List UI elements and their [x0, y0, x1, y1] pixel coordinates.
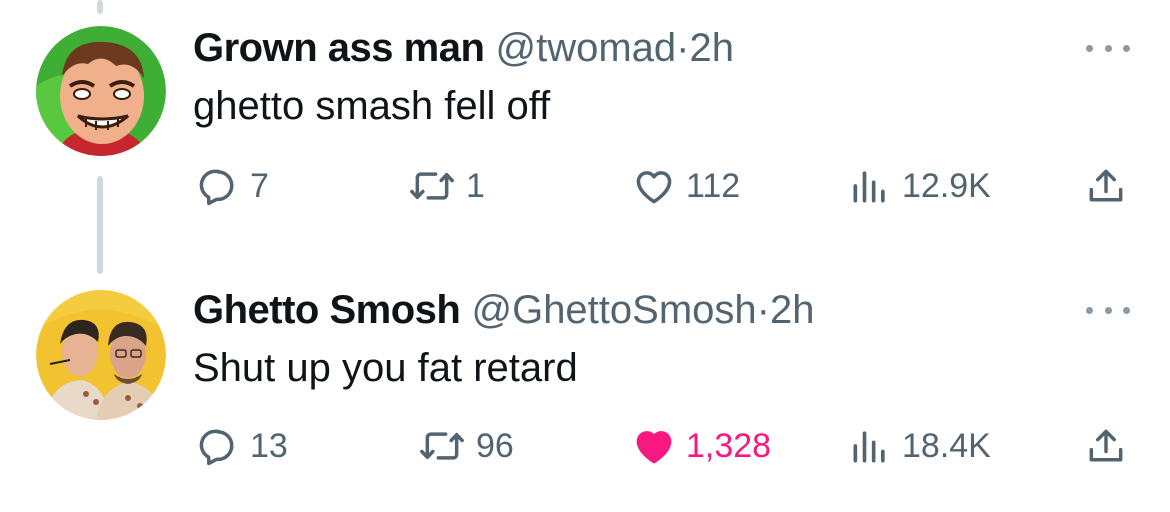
- like-count: 1,328: [686, 427, 772, 465]
- heart-filled-icon: [636, 431, 672, 464]
- timestamp[interactable]: 2h: [690, 26, 735, 70]
- user-handle[interactable]: @twomad: [496, 26, 677, 70]
- separator-dot: ·: [756, 288, 770, 332]
- user-handle[interactable]: @GhettoSmosh: [471, 288, 756, 332]
- tweet-header: Ghetto Smosh @GhettoSmosh·2h: [193, 286, 814, 334]
- reply-button[interactable]: 13: [196, 424, 288, 468]
- more-dot-icon: [1104, 306, 1112, 314]
- share-button[interactable]: [1084, 424, 1128, 468]
- more-options-button[interactable]: [1086, 38, 1130, 58]
- views-chart-icon: [853, 431, 885, 463]
- cartoon-grimace-avatar-icon: [36, 26, 166, 156]
- more-dot-icon: [1123, 44, 1130, 52]
- repost-count: 96: [476, 427, 514, 465]
- repost-icon: [420, 432, 464, 460]
- thread-line-top: [97, 0, 103, 14]
- display-name[interactable]: Ghetto Smosh: [193, 288, 461, 332]
- more-dot-icon: [1086, 44, 1093, 52]
- separator-dot: ·: [676, 26, 690, 70]
- share-button[interactable]: [1084, 164, 1128, 208]
- repost-icon: [410, 172, 454, 200]
- repost-button[interactable]: 96: [418, 424, 514, 468]
- reply-count: 13: [250, 427, 288, 465]
- repost-count: 1: [466, 167, 485, 205]
- avatar-twomad[interactable]: [36, 26, 166, 156]
- share-icon: [1089, 429, 1123, 462]
- avatar-ghettosmosh[interactable]: [36, 290, 166, 420]
- display-name[interactable]: Grown ass man: [193, 26, 485, 70]
- more-options-button[interactable]: [1086, 300, 1130, 320]
- like-button[interactable]: 112: [632, 164, 740, 208]
- heart-icon: [636, 171, 672, 204]
- share-icon: [1089, 169, 1123, 202]
- views-chart-icon: [853, 171, 885, 203]
- reply-icon: [199, 169, 234, 206]
- tweet-text: ghetto smash fell off: [193, 84, 551, 128]
- thread-line-connector: [97, 176, 103, 274]
- view-count: 12.9K: [902, 167, 991, 205]
- like-button[interactable]: 1,328: [632, 424, 771, 468]
- timestamp[interactable]: 2h: [770, 288, 815, 332]
- views-button[interactable]: 12.9K: [848, 164, 991, 208]
- more-dot-icon: [1086, 306, 1093, 314]
- like-count: 112: [686, 167, 741, 205]
- repost-button[interactable]: 1: [408, 164, 485, 208]
- tweet-header: Grown ass man @twomad·2h: [193, 24, 734, 72]
- more-dot-icon: [1104, 44, 1112, 52]
- two-men-photo-avatar-icon: [36, 290, 166, 420]
- reply-button[interactable]: 7: [196, 164, 269, 208]
- more-dot-icon: [1123, 306, 1130, 314]
- reply-count: 7: [250, 167, 269, 205]
- tweet-text: Shut up you fat retard: [193, 346, 578, 390]
- reply-icon: [199, 429, 234, 466]
- views-button[interactable]: 18.4K: [848, 424, 991, 468]
- view-count: 18.4K: [902, 427, 991, 465]
